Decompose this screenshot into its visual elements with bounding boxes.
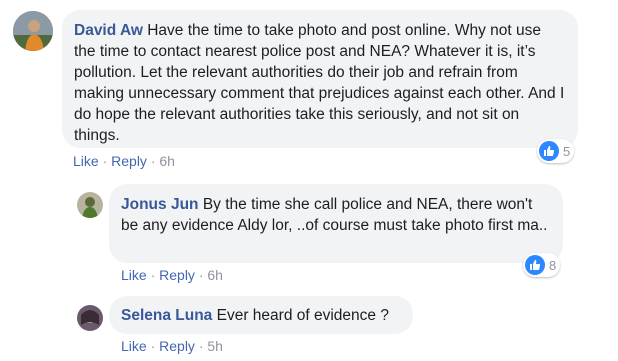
avatar[interactable] [13, 11, 53, 51]
reply-link[interactable]: Reply [159, 267, 195, 283]
comment-author[interactable]: Jonus Jun [121, 196, 199, 213]
like-reaction-icon [525, 255, 545, 275]
separator: · [150, 267, 156, 283]
comment-actions: Like · Reply · 5h [121, 338, 223, 354]
separator: · [150, 153, 156, 169]
comment-bubble: David Aw Have the time to take photo and… [62, 10, 578, 148]
reaction-count[interactable]: 8 [523, 253, 561, 277]
avatar-photo-icon [77, 305, 103, 331]
separator: · [102, 153, 108, 169]
comment-text: Ever heard of evidence ? [216, 307, 389, 324]
comment-text: Have the time to take photo and post onl… [74, 22, 565, 144]
like-link[interactable]: Like [121, 267, 147, 283]
avatar-photo-icon [13, 11, 53, 51]
like-link[interactable]: Like [73, 153, 99, 169]
avatar[interactable] [77, 192, 103, 218]
timestamp[interactable]: 6h [207, 267, 223, 283]
comment-author[interactable]: Selena Luna [121, 307, 212, 324]
separator: · [198, 267, 204, 283]
comment-author[interactable]: David Aw [74, 22, 143, 39]
avatar[interactable] [77, 305, 103, 331]
comment-actions: Like · Reply · 6h [121, 267, 223, 283]
like-reaction-icon [539, 141, 559, 161]
reaction-count-value: 5 [563, 143, 571, 159]
reaction-count[interactable]: 5 [537, 139, 575, 163]
timestamp[interactable]: 6h [159, 153, 175, 169]
separator: · [198, 338, 204, 354]
comment-actions: Like · Reply · 6h [73, 153, 175, 169]
reaction-count-value: 8 [549, 257, 557, 273]
reply-link[interactable]: Reply [111, 153, 147, 169]
like-link[interactable]: Like [121, 338, 147, 354]
comment-bubble: Selena Luna Ever heard of evidence ? [109, 296, 413, 334]
timestamp[interactable]: 5h [207, 338, 223, 354]
separator: · [150, 338, 156, 354]
avatar-photo-icon [77, 192, 103, 218]
comment-bubble: Jonus Jun By the time she call police an… [109, 184, 563, 263]
reply-link[interactable]: Reply [159, 338, 195, 354]
